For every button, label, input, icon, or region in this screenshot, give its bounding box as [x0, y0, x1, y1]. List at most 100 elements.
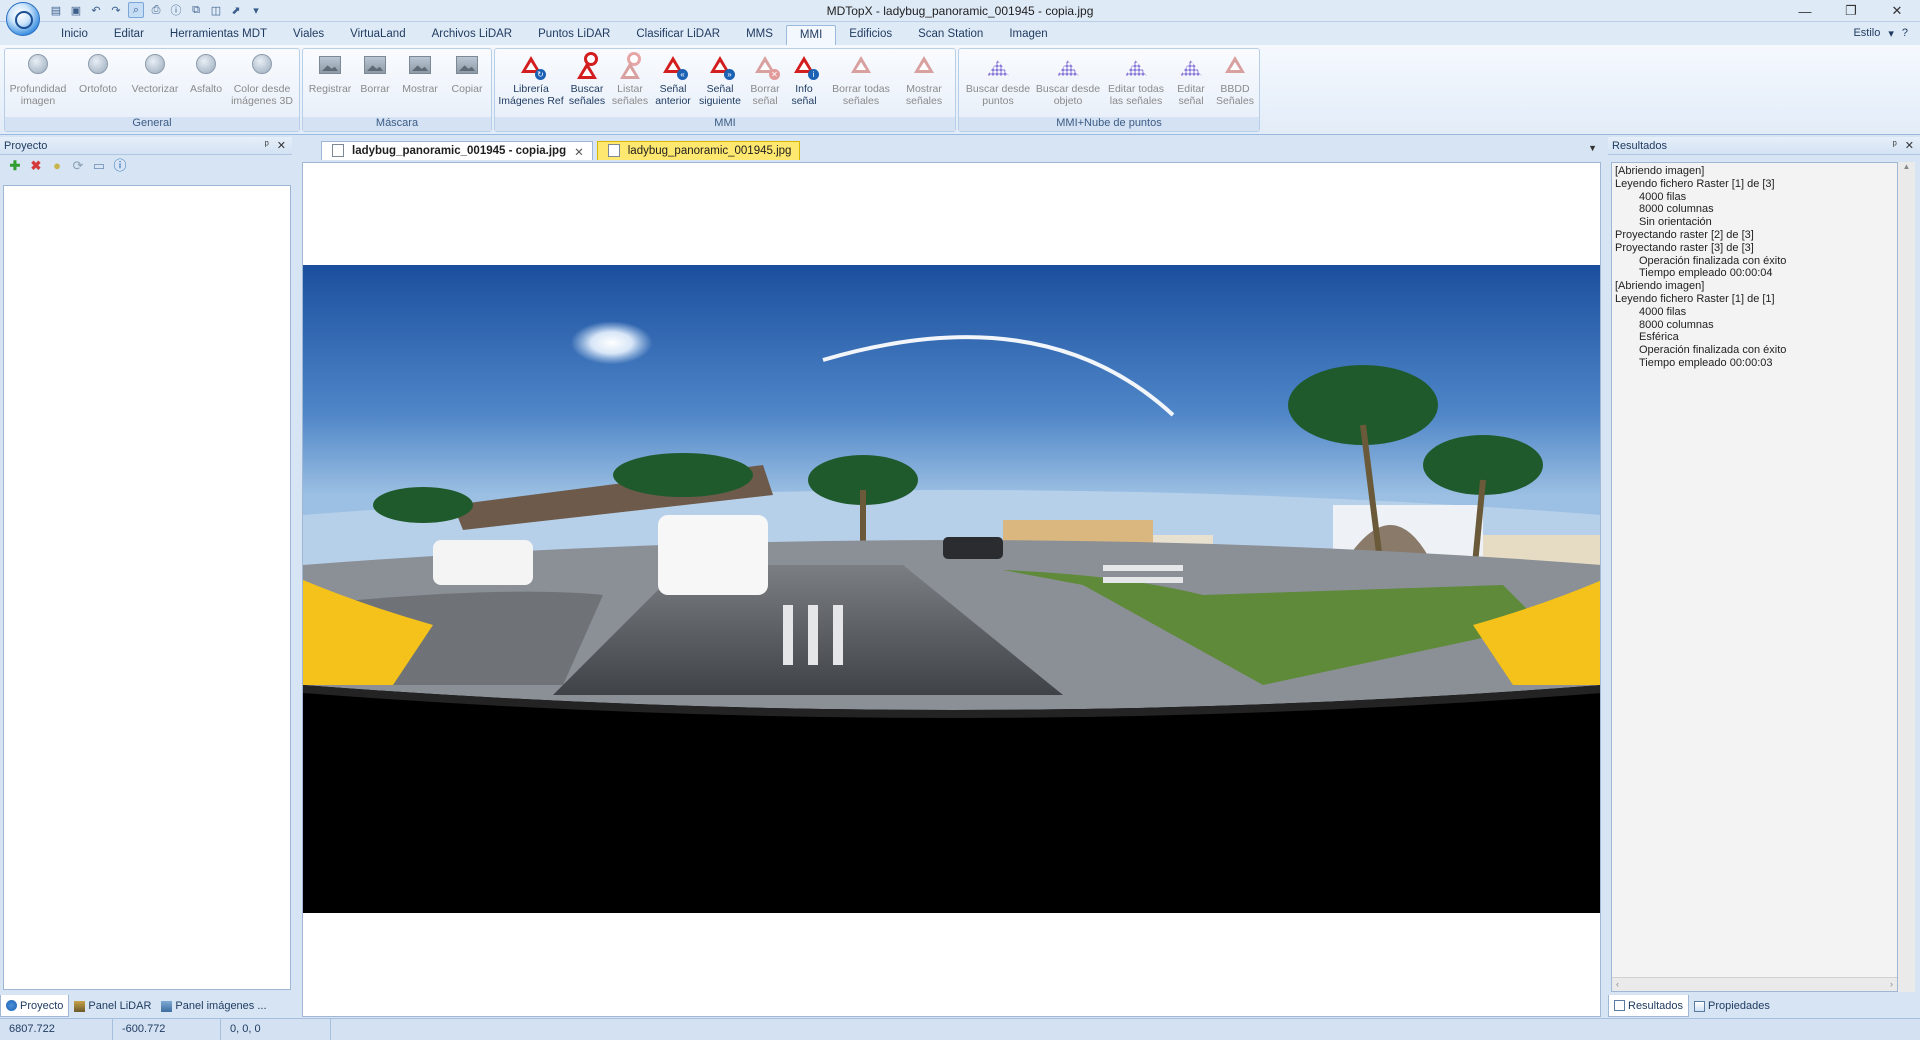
registrar-button[interactable]: Registrar: [307, 52, 353, 95]
group-mascara: Registrar Borrar Mostrar Copiar Máscara: [302, 48, 492, 132]
tab-inicio[interactable]: Inicio: [48, 25, 101, 45]
info-senal-button[interactable]: i Info señal: [785, 52, 823, 107]
tab-virtualand[interactable]: VirtuaLand: [337, 25, 418, 45]
tab-edificios[interactable]: Edificios: [836, 25, 905, 45]
tab-puntos-lidar[interactable]: Puntos LiDAR: [525, 25, 623, 45]
button-label: BBDD: [1220, 83, 1250, 95]
tab-resultados[interactable]: Resultados: [1608, 995, 1690, 1017]
tab-panel-lidar[interactable]: Panel LiDAR: [69, 995, 156, 1017]
button-label: Ortofoto: [79, 83, 117, 95]
tab-label: Resultados: [1628, 999, 1684, 1012]
scroll-right-icon[interactable]: ›: [1890, 979, 1893, 990]
borrar-senal-button[interactable]: ✕ Borrar señal: [745, 52, 785, 107]
doc-tab-original[interactable]: ladybug_panoramic_001945.jpg: [596, 141, 801, 160]
asphalt-icon: [196, 54, 216, 74]
document-area: ladybug_panoramic_001945 - copia.jpg ✕ l…: [299, 137, 1601, 1017]
profundidad-imagen-button[interactable]: Profundidad imagen: [9, 52, 67, 107]
tab-scan-station[interactable]: Scan Station: [905, 25, 996, 45]
button-label: Señal: [706, 83, 734, 95]
results-lines: [Abriendo imagen] Leyendo fichero Raster …: [1612, 163, 1897, 372]
button-label: imágenes 3D: [231, 95, 293, 107]
button-label: Señal: [659, 83, 687, 95]
scroll-left-icon[interactable]: ‹: [1616, 979, 1619, 990]
refresh-icon[interactable]: ⟳: [71, 159, 85, 173]
restore-button[interactable]: ❐: [1828, 0, 1874, 22]
close-icon[interactable]: ✕: [574, 145, 584, 159]
result-line: Operación finalizada con éxito: [1639, 254, 1787, 267]
libreria-imagenes-ref-button[interactable]: ↻ Librería Imágenes Ref: [497, 52, 565, 107]
minimize-button[interactable]: —: [1782, 0, 1828, 22]
close-icon[interactable]: ✕: [1905, 139, 1914, 152]
editar-todas-senales-button[interactable]: Editar todas las señales: [1103, 52, 1169, 107]
panorama-image[interactable]: [303, 265, 1601, 913]
library-badge-icon: ↻: [535, 69, 546, 80]
result-line: 8000 columnas: [1639, 203, 1714, 216]
ribbon-tab-bar: Inicio Editar Herramientas MDT Viales Vi…: [0, 22, 1920, 45]
add-icon[interactable]: ✚: [8, 159, 22, 173]
app-logo[interactable]: [6, 2, 40, 36]
tab-label: Proyecto: [20, 999, 64, 1012]
result-line: Proyectando raster [2] de [3]: [1615, 228, 1754, 241]
buscar-desde-puntos-button[interactable]: Buscar desde puntos: [963, 52, 1033, 107]
ortofoto-button[interactable]: Ortofoto: [75, 52, 121, 95]
pin-icon[interactable]: ᵖ: [265, 139, 269, 152]
status-bar: 6807.722 -600.772 0, 0, 0: [0, 1018, 1920, 1040]
light-icon[interactable]: ●: [50, 159, 64, 173]
info-icon[interactable]: ⓘ: [113, 159, 127, 173]
title-bar: ▤ ▣ ↶ ↷ ⌕ ⎙ ⓘ ⧉ ◫ ⬈ ▾ MDTopX - ladybug_p…: [0, 0, 1920, 36]
tab-clasificar-lidar[interactable]: Clasificar LiDAR: [623, 25, 733, 45]
mostrar-senales-button[interactable]: Mostrar señales: [899, 52, 949, 107]
senal-anterior-button[interactable]: « Señal anterior: [651, 52, 695, 107]
tab-mms[interactable]: MMS: [733, 25, 786, 45]
arrow-left-icon: «: [677, 69, 688, 80]
group-general: Profundidad imagen Ortofoto Vectorizar A…: [4, 48, 300, 132]
results-log[interactable]: [Abriendo imagen] Leyendo fichero Raster …: [1611, 162, 1898, 992]
asfalto-button[interactable]: Asfalto: [185, 52, 227, 95]
mostrar-mascara-button[interactable]: Mostrar: [397, 52, 443, 95]
buscar-desde-objeto-button[interactable]: Buscar desde objeto: [1033, 52, 1103, 107]
listar-senales-button[interactable]: Listar señales: [609, 52, 651, 107]
image-viewer[interactable]: [302, 162, 1601, 1017]
tab-herramientas-mdt[interactable]: Herramientas MDT: [157, 25, 280, 45]
tab-viales[interactable]: Viales: [280, 25, 337, 45]
editar-senal-button[interactable]: Editar señal: [1169, 52, 1213, 107]
tab-archivos-lidar[interactable]: Archivos LiDAR: [419, 25, 526, 45]
scroll-up-icon[interactable]: ▲: [1898, 162, 1915, 171]
vertical-scrollbar[interactable]: ▲: [1898, 162, 1915, 992]
close-button[interactable]: ✕: [1874, 0, 1920, 22]
pin-icon[interactable]: ᵖ: [1893, 139, 1897, 152]
borrar-mascara-button[interactable]: Borrar: [355, 52, 395, 95]
tab-imagen[interactable]: Imagen: [996, 25, 1060, 45]
help-icon[interactable]: ?: [1902, 27, 1908, 40]
tab-editar[interactable]: Editar: [101, 25, 157, 45]
results-panel: Resultados ᵖ ✕ [Abriendo imagen] Leyendo …: [1608, 137, 1920, 1017]
tab-panel-imagenes[interactable]: Panel imágenes ...: [156, 995, 271, 1017]
group-title: Máscara: [303, 117, 491, 131]
bbdd-senales-button[interactable]: BBDD Señales: [1213, 52, 1257, 107]
project-tree[interactable]: [3, 185, 291, 990]
tab-proyecto[interactable]: Proyecto: [0, 995, 70, 1017]
delete-icon[interactable]: ✖: [29, 159, 43, 173]
copiar-mascara-button[interactable]: Copiar: [445, 52, 489, 95]
buscar-senales-button[interactable]: Buscar señales: [565, 52, 609, 107]
image-icon[interactable]: ▭: [92, 159, 106, 173]
color-imagenes-3d-button[interactable]: Color desde imágenes 3D: [229, 52, 295, 107]
signs-database-icon: [1225, 56, 1245, 73]
button-label: Registrar: [308, 83, 352, 95]
button-label: puntos: [982, 95, 1014, 107]
horizontal-scrollbar[interactable]: ‹ ›: [1612, 977, 1897, 991]
doc-tab-copia[interactable]: ladybug_panoramic_001945 - copia.jpg ✕: [321, 141, 593, 160]
show-signs-icon: [914, 56, 934, 73]
tab-propiedades[interactable]: Propiedades: [1689, 995, 1775, 1017]
document-list-dropdown[interactable]: ▼: [1588, 143, 1597, 153]
button-label: imagen: [20, 95, 56, 107]
close-icon[interactable]: ✕: [277, 139, 286, 152]
style-menu[interactable]: Estilo ▾ ?: [1853, 27, 1908, 40]
copy-mask-icon: [456, 56, 478, 74]
tab-mmi[interactable]: MMI: [785, 25, 837, 45]
senal-siguiente-button[interactable]: » Señal siguiente: [695, 52, 745, 107]
button-label: Buscar desde: [965, 83, 1031, 95]
result-line: Tiempo empleado 00:00:03: [1639, 356, 1773, 369]
borrar-todas-senales-button[interactable]: Borrar todas señales: [825, 52, 897, 107]
vectorizar-button[interactable]: Vectorizar: [129, 52, 181, 95]
